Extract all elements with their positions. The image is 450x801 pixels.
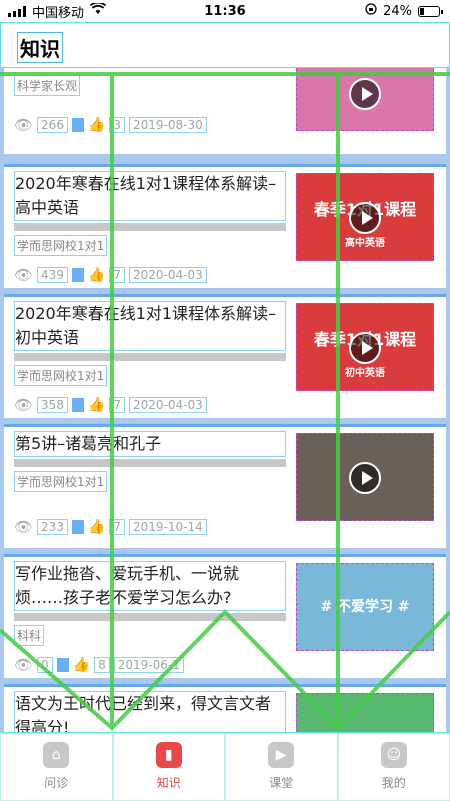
view-icon: 👁 xyxy=(14,396,33,414)
publish-date: 2019-08-30 xyxy=(129,117,207,133)
stat-separator xyxy=(72,268,84,282)
title-divider xyxy=(14,353,286,361)
stat-separator xyxy=(72,118,84,132)
tab-label: 课堂 xyxy=(269,774,293,791)
like-icon[interactable]: 👍 xyxy=(88,519,105,535)
article-source: 科科 xyxy=(14,625,44,646)
title-divider xyxy=(14,223,286,231)
stat-separator xyxy=(72,398,84,412)
battery-fill xyxy=(420,8,424,15)
view-count: 233 xyxy=(37,519,68,535)
article-card[interactable]: 写作业拖沓、爱玩手机、一说就烦……孩子老不爱学习怎么办? 科科 👁 0 👍 8 … xyxy=(4,554,446,678)
stat-separator xyxy=(57,658,69,672)
book-icon: ▮ xyxy=(156,742,182,768)
tab-profile[interactable]: ☺ 我的 xyxy=(338,733,450,801)
view-icon: 👁 xyxy=(14,266,33,284)
article-thumbnail[interactable]: 春季1对1课程 高中英语 xyxy=(296,173,434,261)
like-icon[interactable]: 👍 xyxy=(88,267,105,283)
like-count: 7 xyxy=(109,267,125,283)
tab-label: 我的 xyxy=(382,774,406,791)
status-bar: 中国移动 11:36 24% xyxy=(0,0,450,22)
thumbnail-subcaption: 高中英语 xyxy=(297,234,433,249)
like-count: 7 xyxy=(109,519,125,535)
view-count: 439 xyxy=(37,267,68,283)
view-icon: 👁 xyxy=(14,116,33,134)
article-title: 写作业拖沓、爱玩手机、一说就烦……孩子老不爱学习怎么办? xyxy=(14,561,286,611)
article-thumbnail[interactable]: # 不爱学习 # xyxy=(296,563,434,651)
thumbnail-caption: # 不爱学习 # xyxy=(297,596,433,616)
play-icon[interactable] xyxy=(349,202,381,234)
article-title: 第5讲–诸葛亮和孔子 xyxy=(14,431,286,457)
article-card[interactable]: 科学家长观 👁 266 👍 3 2019-08-30 xyxy=(4,68,446,154)
tab-label: 知识 xyxy=(157,774,181,791)
like-icon[interactable]: 👍 xyxy=(73,657,90,673)
publish-date: 2019-10-14 xyxy=(129,519,207,535)
article-title: 语文为王时代已经到来，得文言文者得高分! xyxy=(14,691,286,732)
page-header: 知识 xyxy=(0,22,450,68)
like-icon[interactable]: 👍 xyxy=(88,397,105,413)
view-count: 266 xyxy=(37,117,68,133)
article-card[interactable]: 2020年寒春在线1对1课程体系解读–高中英语 学而思网校1对1 👁 439 👍… xyxy=(4,164,446,288)
rotation-lock-icon xyxy=(365,3,377,19)
article-source: 科学家长观 xyxy=(14,75,80,96)
bottom-tab-bar: ⌂ 问诊 ▮ 知识 ▶ 课堂 ☺ 我的 xyxy=(0,732,450,801)
article-source: 学而思网校1对1 xyxy=(14,235,107,256)
publish-date: 2020-04-03 xyxy=(129,267,207,283)
publish-date: 2019-06-1 xyxy=(114,657,184,673)
article-source: 学而思网校1对1 xyxy=(14,365,107,386)
stat-separator xyxy=(72,520,84,534)
play-icon[interactable] xyxy=(349,462,381,494)
article-title: 2020年寒春在线1对1课程体系解读–高中英语 xyxy=(14,171,286,221)
video-icon: ▶ xyxy=(268,742,294,768)
article-thumbnail[interactable] xyxy=(296,433,434,521)
title-divider xyxy=(14,613,286,621)
view-count: 0 xyxy=(37,657,53,673)
view-count: 358 xyxy=(37,397,68,413)
play-icon[interactable] xyxy=(349,78,381,110)
view-icon: 👁 xyxy=(14,518,33,536)
article-thumbnail[interactable] xyxy=(296,693,434,732)
profile-icon: ☺ xyxy=(381,742,407,768)
view-icon: 👁 xyxy=(14,656,33,674)
tab-knowledge[interactable]: ▮ 知识 xyxy=(113,733,226,801)
tab-classroom[interactable]: ▶ 课堂 xyxy=(225,733,338,801)
article-title: 2020年寒春在线1对1课程体系解读–初中英语 xyxy=(14,301,286,351)
like-count: 7 xyxy=(109,397,125,413)
play-icon[interactable] xyxy=(349,332,381,364)
publish-date: 2020-04-03 xyxy=(129,397,207,413)
article-card[interactable]: 语文为王时代已经到来，得文言文者得高分! xyxy=(4,684,446,732)
article-card[interactable]: 2020年寒春在线1对1课程体系解读–初中英语 学而思网校1对1 👁 358 👍… xyxy=(4,294,446,418)
article-thumbnail[interactable] xyxy=(296,68,434,131)
tab-label: 问诊 xyxy=(44,774,68,791)
article-feed[interactable]: 科学家长观 👁 266 👍 3 2019-08-30 2020年寒春在线1对1课… xyxy=(0,68,450,732)
page-title: 知识 xyxy=(17,32,63,63)
article-source: 学而思网校1对1 xyxy=(14,471,107,492)
like-count: 8 xyxy=(94,657,110,673)
battery-percent: 24% xyxy=(383,4,412,19)
like-count: 3 xyxy=(109,117,125,133)
article-thumbnail[interactable]: 春季1对1课程 初中英语 xyxy=(296,303,434,391)
article-card[interactable]: 第5讲–诸葛亮和孔子 学而思网校1对1 👁 233 👍 7 2019-10-14 xyxy=(4,424,446,548)
home-icon: ⌂ xyxy=(43,742,69,768)
battery-icon xyxy=(418,6,440,17)
like-icon[interactable]: 👍 xyxy=(88,117,105,133)
thumbnail-subcaption: 初中英语 xyxy=(297,364,433,379)
title-divider xyxy=(14,459,286,467)
tab-consult[interactable]: ⌂ 问诊 xyxy=(0,733,113,801)
